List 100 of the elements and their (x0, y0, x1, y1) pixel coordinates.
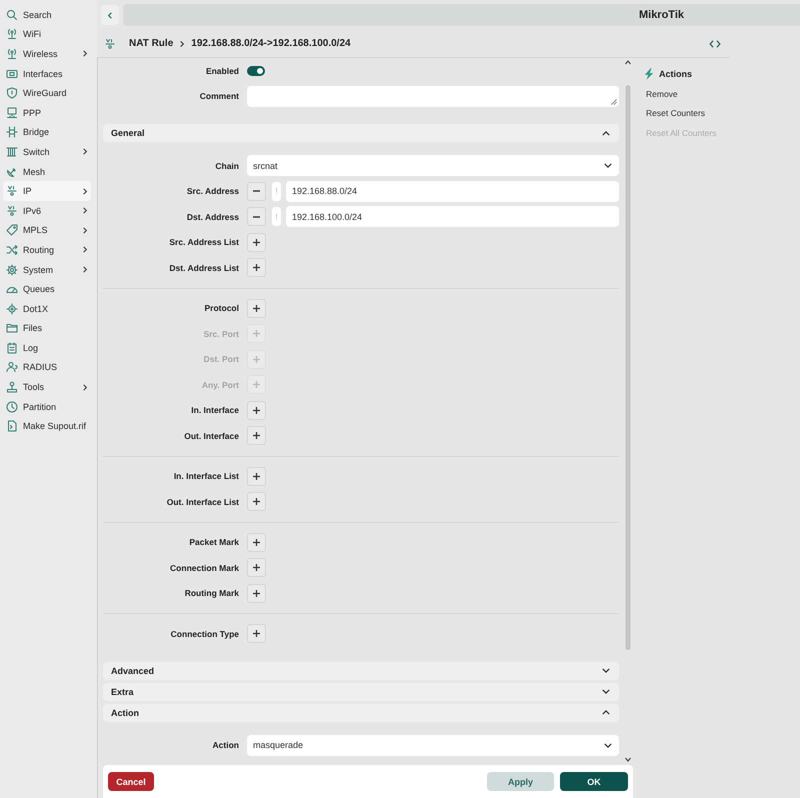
clock-icon (6, 400, 18, 413)
add-button[interactable] (247, 532, 266, 552)
antenna-icon (6, 48, 18, 60)
plus-icon (253, 472, 260, 480)
sidebar-item[interactable]: Search (3, 5, 91, 25)
field-label: Action (212, 740, 239, 750)
dropdown-field[interactable]: srcnat (247, 155, 619, 176)
code-icon[interactable] (709, 40, 721, 48)
notepad-icon (6, 342, 18, 354)
plus-icon (253, 564, 260, 572)
tag-icon (6, 224, 18, 236)
sidebar-item[interactable]: Log (3, 338, 91, 358)
section-header[interactable]: Advanced (103, 662, 619, 680)
fraction-icon (104, 38, 116, 50)
sidebar-item[interactable]: PPP (3, 102, 91, 123)
field-label: Src. Address (186, 186, 239, 196)
antenna-icon (6, 28, 18, 40)
input-field[interactable]: 192.168.88.0/24 (286, 180, 619, 202)
folder-icon (6, 322, 18, 334)
section-header[interactable]: Action (103, 704, 619, 722)
add-button[interactable] (247, 298, 266, 318)
breadcrumb-link[interactable]: NAT Rule (129, 38, 174, 49)
plus-icon (253, 381, 260, 388)
field-label: Protocol (204, 303, 239, 314)
text-area-field[interactable] (247, 86, 619, 107)
add-button[interactable] (247, 466, 266, 486)
sidebar-item[interactable]: Bridge (3, 122, 91, 142)
plus-icon (253, 406, 260, 414)
switch-icon (6, 146, 18, 158)
field-label: Chain (214, 160, 239, 171)
apply-button[interactable]: Apply (487, 772, 554, 791)
sidebar-item[interactable]: Files (3, 318, 91, 338)
network-node-icon (6, 302, 18, 315)
search-icon (6, 8, 18, 21)
section-header[interactable]: Extra (103, 682, 619, 700)
sidebar-item[interactable]: Partition (3, 396, 91, 416)
plus-icon (253, 590, 260, 597)
gear-icon (6, 264, 18, 276)
network-port-icon (6, 68, 18, 80)
field-label: Dst. Port (202, 354, 239, 364)
bridge-icon (6, 126, 18, 138)
field-label: Connection Mark (169, 562, 239, 573)
sidebar-item[interactable]: Tools (3, 377, 91, 397)
field-label: Comment (198, 91, 239, 102)
field-label: Packet Mark (188, 537, 239, 548)
sidebar-item[interactable]: Switch (3, 142, 91, 162)
toggle-switch[interactable] (247, 66, 265, 76)
add-button[interactable] (247, 258, 266, 278)
plus-icon (253, 498, 260, 506)
field-label: Src. Address List (168, 237, 239, 248)
sidebar-item[interactable]: MPLS (3, 220, 91, 240)
sidebar-item[interactable]: Make Supout.rif (3, 416, 91, 436)
sidebar-item[interactable]: Queues (3, 279, 91, 299)
sidebar-item[interactable]: System (3, 260, 91, 280)
sidebar-item[interactable]: Wireless (3, 44, 91, 64)
action-link[interactable]: Reset Counters (644, 104, 730, 123)
satellite-dish-icon (6, 166, 18, 178)
sidebar-item[interactable]: Interfaces (3, 64, 91, 84)
add-button[interactable] (247, 232, 266, 252)
panel-title: Actions (659, 69, 692, 79)
sidebar-item[interactable]: IP (3, 181, 91, 201)
chevron-up-icon (602, 710, 610, 715)
sidebar-item[interactable]: Routing (3, 240, 91, 260)
dropdown-field[interactable]: masquerade (247, 734, 619, 756)
add-button[interactable] (247, 624, 266, 644)
sidebar-item[interactable]: Mesh (3, 162, 91, 182)
chevron-right-icon (180, 40, 184, 48)
chevron-left-icon (108, 12, 112, 18)
chevron-down-icon (602, 689, 610, 694)
document-icon (6, 420, 18, 432)
sidebar-item[interactable]: IPv6 (3, 200, 91, 221)
chevron-up-icon (602, 130, 610, 136)
monitor-icon (6, 106, 18, 119)
action-link[interactable]: Remove (644, 84, 730, 104)
plus-icon (253, 264, 260, 272)
back-button[interactable] (101, 5, 119, 25)
shuffle-icon (6, 244, 18, 256)
sidebar-item[interactable]: Dot1X (3, 298, 91, 318)
section-header[interactable]: General (103, 124, 619, 142)
sidebar-item[interactable]: RADIUS (3, 358, 91, 378)
plus-icon (253, 538, 260, 546)
add-button[interactable] (247, 558, 266, 578)
ok-button[interactable]: OK (560, 772, 628, 791)
field-label: Src. Port (202, 328, 239, 339)
chevron-down-icon (604, 742, 612, 748)
plus-icon (253, 304, 260, 312)
field-label: Enabled (204, 66, 239, 76)
add-button[interactable] (247, 426, 266, 446)
field-label: Dst. Address List (168, 262, 239, 273)
sidebar-item[interactable]: WireGuard (3, 83, 91, 103)
plus-icon (253, 432, 260, 440)
sidebar-item[interactable]: WiFi (3, 24, 91, 44)
field-label: Any. Port (200, 380, 239, 390)
add-button[interactable] (247, 492, 266, 512)
add-button[interactable] (247, 400, 266, 420)
add-button[interactable] (247, 584, 266, 603)
input-field[interactable]: 192.168.100.0/24 (286, 206, 619, 228)
joystick-icon (6, 381, 18, 394)
plus-icon (253, 356, 260, 363)
cancel-button[interactable]: Cancel (108, 772, 154, 791)
